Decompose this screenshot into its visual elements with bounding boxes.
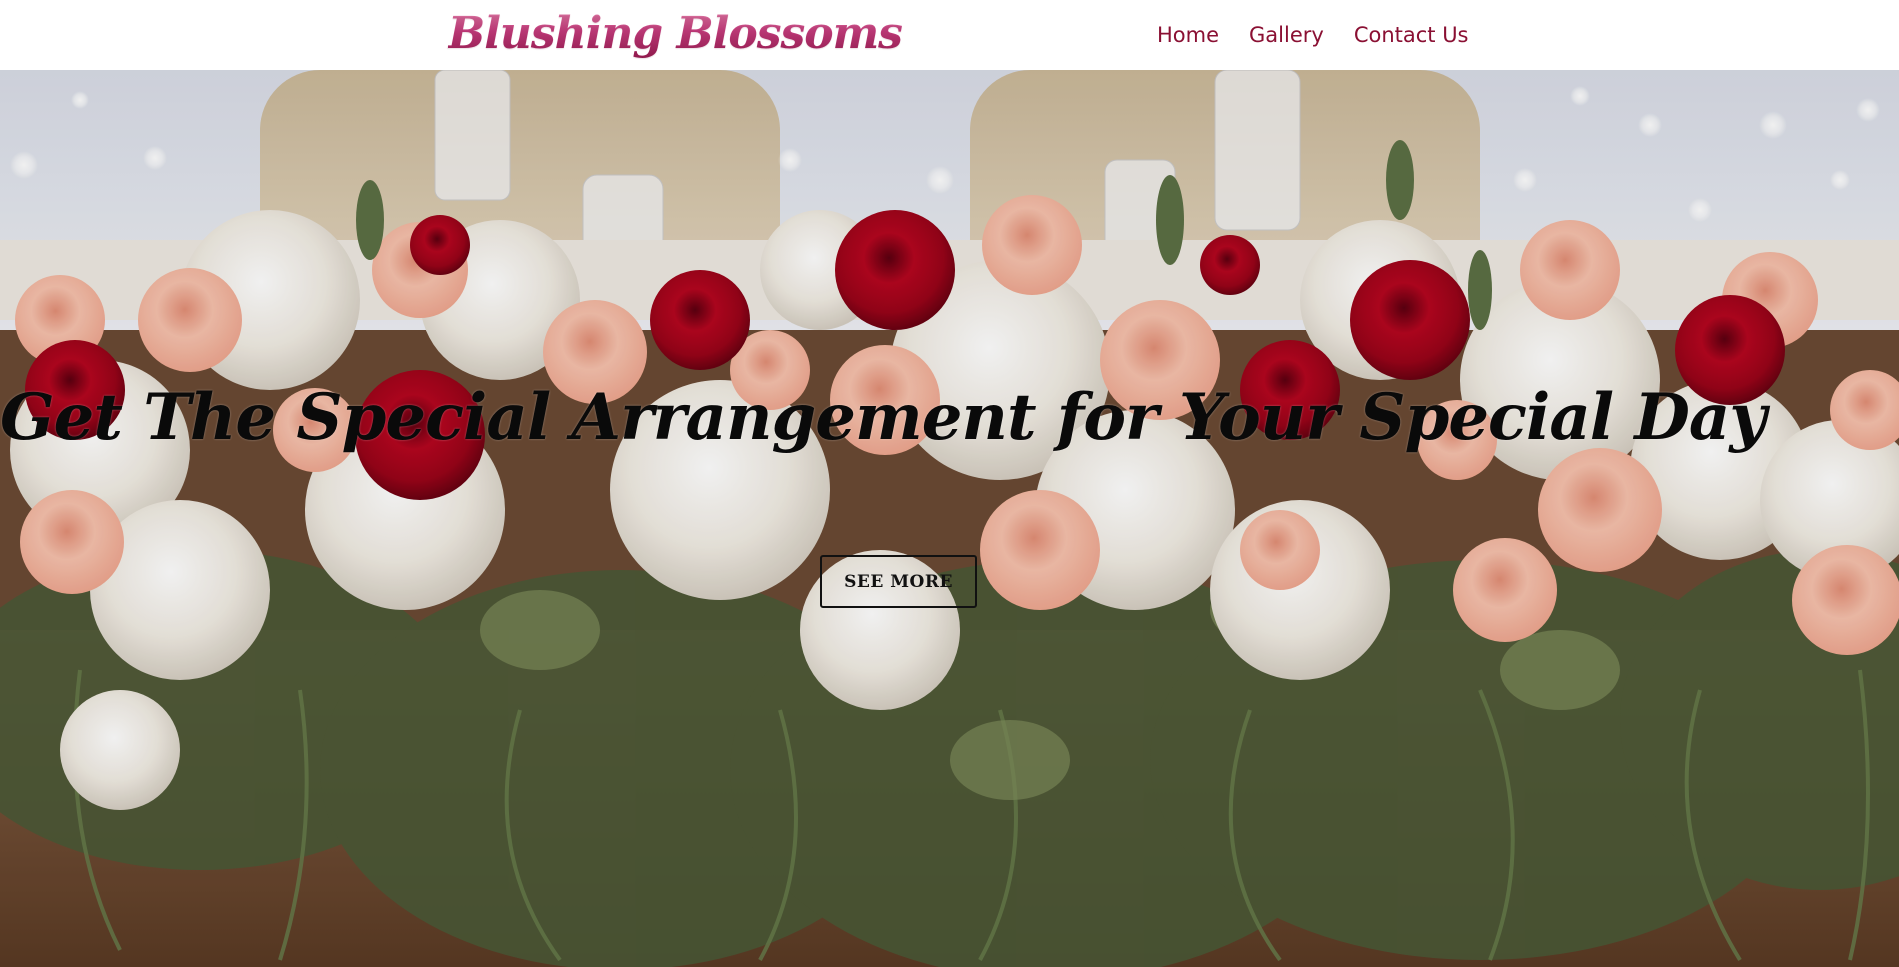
see-more-button[interactable]: SEE MORE (820, 555, 977, 608)
nav-link-home[interactable]: Home (1157, 20, 1219, 50)
nav-link-gallery[interactable]: Gallery (1249, 20, 1324, 50)
main-nav: Home Gallery Contact Us (1157, 20, 1469, 50)
hero-background-image (0, 70, 1899, 967)
hero-title: Get The Special Arrangement for Your Spe… (0, 380, 1767, 455)
hero-section: Get The Special Arrangement for Your Spe… (0, 70, 1899, 967)
navbar: Blushing Blossoms Home Gallery Contact U… (0, 0, 1899, 70)
page: Blushing Blossoms Home Gallery Contact U… (0, 0, 1899, 967)
nav-link-contact-us[interactable]: Contact Us (1354, 20, 1469, 50)
brand-logo[interactable]: Blushing Blossoms (448, 6, 903, 62)
